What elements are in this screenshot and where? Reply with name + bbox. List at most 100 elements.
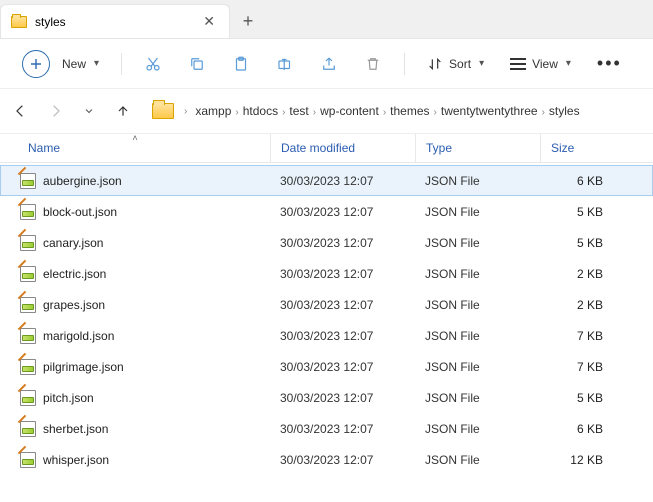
- up-button[interactable]: [108, 96, 138, 126]
- file-type: JSON File: [415, 298, 540, 312]
- file-date: 30/03/2023 12:07: [270, 236, 415, 250]
- file-date: 30/03/2023 12:07: [270, 329, 415, 343]
- file-name-cell: pitch.json: [0, 390, 270, 406]
- column-date[interactable]: Date modified: [270, 134, 415, 162]
- chevron-down-icon: ▾: [566, 58, 571, 69]
- column-headers: Name ˄ Date modified Type Size: [0, 133, 653, 163]
- file-type: JSON File: [415, 360, 540, 374]
- column-size[interactable]: Size: [540, 134, 615, 162]
- json-file-icon: [20, 297, 36, 313]
- breadcrumb-item[interactable]: styles: [547, 100, 582, 122]
- file-name: aubergine.json: [43, 174, 122, 188]
- column-name-label: Name: [28, 141, 60, 155]
- view-button[interactable]: View ▾: [500, 47, 581, 81]
- file-type: JSON File: [415, 267, 540, 281]
- plus-icon: [22, 50, 50, 78]
- file-date: 30/03/2023 12:07: [270, 205, 415, 219]
- json-file-icon: [20, 390, 36, 406]
- file-name: grapes.json: [43, 298, 105, 312]
- file-size: 6 KB: [540, 422, 615, 436]
- file-type: JSON File: [415, 205, 540, 219]
- breadcrumb-item[interactable]: htdocs: [241, 100, 280, 122]
- file-size: 2 KB: [540, 298, 615, 312]
- nav-row: › xampp›htdocs›test›wp-content›themes›tw…: [0, 89, 653, 133]
- file-row[interactable]: sherbet.json30/03/2023 12:07JSON File6 K…: [0, 413, 653, 444]
- cut-button[interactable]: [134, 47, 172, 81]
- more-button[interactable]: •••: [587, 47, 632, 81]
- chevron-down-icon: ▾: [479, 58, 484, 69]
- file-type: JSON File: [415, 391, 540, 405]
- list-icon: [510, 58, 526, 70]
- file-type: JSON File: [415, 329, 540, 343]
- separator: [121, 53, 122, 75]
- new-label: New: [62, 57, 86, 71]
- back-button[interactable]: [6, 96, 36, 126]
- close-icon[interactable]: ✕: [201, 11, 217, 32]
- recent-button[interactable]: [74, 96, 104, 126]
- json-file-icon: [20, 173, 36, 189]
- file-name: pitch.json: [43, 391, 94, 405]
- file-name-cell: aubergine.json: [0, 173, 270, 189]
- dots-icon: •••: [597, 53, 622, 74]
- file-size: 7 KB: [540, 329, 615, 343]
- file-date: 30/03/2023 12:07: [270, 391, 415, 405]
- breadcrumb-item[interactable]: test: [287, 100, 310, 122]
- separator: [404, 53, 405, 75]
- file-date: 30/03/2023 12:07: [270, 360, 415, 374]
- file-row[interactable]: grapes.json30/03/2023 12:07JSON File2 KB: [0, 289, 653, 320]
- sort-asc-icon: ˄: [132, 133, 137, 143]
- file-name-cell: grapes.json: [0, 297, 270, 313]
- column-name[interactable]: Name ˄: [0, 134, 270, 162]
- new-button[interactable]: New ▾: [12, 47, 109, 81]
- folder-icon: [152, 103, 174, 119]
- file-row[interactable]: pilgrimage.json 30/03/2023 12:07JSON File…: [0, 351, 653, 382]
- share-button[interactable]: [310, 47, 348, 81]
- chevron-right-icon: ›: [432, 107, 439, 118]
- new-tab-button[interactable]: +: [230, 4, 266, 38]
- file-row[interactable]: aubergine.json30/03/2023 12:07JSON File6…: [0, 165, 653, 196]
- file-row[interactable]: electric.json30/03/2023 12:07JSON File2 …: [0, 258, 653, 289]
- file-row[interactable]: marigold.json 30/03/2023 12:07JSON File7 …: [0, 320, 653, 351]
- chevron-down-icon: ▾: [94, 58, 99, 69]
- breadcrumb-item[interactable]: wp-content: [318, 100, 381, 122]
- file-row[interactable]: pitch.json30/03/2023 12:07JSON File5 KB: [0, 382, 653, 413]
- forward-button[interactable]: [40, 96, 70, 126]
- breadcrumb-item[interactable]: themes: [388, 100, 431, 122]
- file-size: 2 KB: [540, 267, 615, 281]
- breadcrumb-item[interactable]: xampp: [193, 100, 233, 122]
- json-file-icon: [20, 204, 36, 220]
- file-size: 12 KB: [540, 453, 615, 467]
- file-name-cell: sherbet.json: [0, 421, 270, 437]
- file-name: marigold.json: [43, 329, 114, 343]
- file-row[interactable]: block-out.json30/03/2023 12:07JSON File5…: [0, 196, 653, 227]
- file-date: 30/03/2023 12:07: [270, 267, 415, 281]
- file-type: JSON File: [415, 236, 540, 250]
- breadcrumb-item[interactable]: twentytwentythree: [439, 100, 540, 122]
- file-row[interactable]: canary.json30/03/2023 12:07JSON File5 KB: [0, 227, 653, 258]
- active-tab[interactable]: styles ✕: [0, 4, 230, 38]
- file-size: 5 KB: [540, 205, 615, 219]
- file-date: 30/03/2023 12:07: [270, 174, 415, 188]
- file-name-cell: block-out.json: [0, 204, 270, 220]
- sort-button[interactable]: Sort ▾: [417, 47, 494, 81]
- delete-button[interactable]: [354, 47, 392, 81]
- file-name: pilgrimage.json: [43, 360, 124, 374]
- tab-title: styles: [35, 15, 201, 29]
- file-row[interactable]: whisper.json30/03/2023 12:07JSON File12 …: [0, 444, 653, 475]
- copy-button[interactable]: [178, 47, 216, 81]
- json-file-icon: [20, 328, 36, 344]
- json-file-icon: [20, 421, 36, 437]
- rename-button[interactable]: [266, 47, 304, 81]
- tab-bar: styles ✕ +: [0, 0, 653, 39]
- file-name-cell: marigold.json: [0, 328, 270, 344]
- file-name: sherbet.json: [43, 422, 108, 436]
- folder-icon: [11, 16, 27, 28]
- file-size: 6 KB: [540, 174, 615, 188]
- file-name: whisper.json: [43, 453, 109, 467]
- sort-label: Sort: [449, 57, 471, 71]
- file-list: aubergine.json30/03/2023 12:07JSON File6…: [0, 163, 653, 475]
- chevron-right-icon: ›: [233, 107, 240, 118]
- paste-button[interactable]: [222, 47, 260, 81]
- json-file-icon: [20, 359, 36, 375]
- column-type[interactable]: Type: [415, 134, 540, 162]
